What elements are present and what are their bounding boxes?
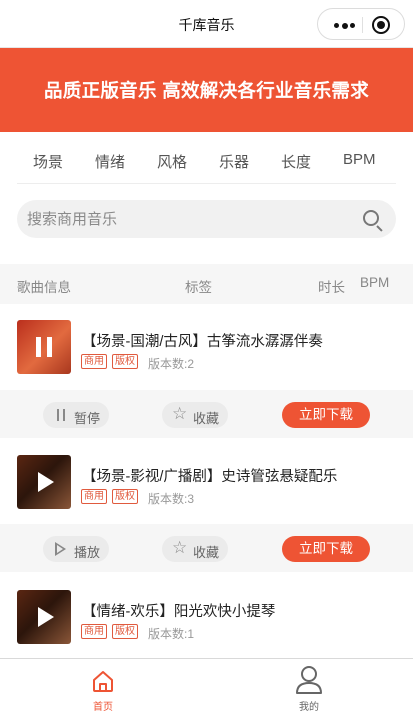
search-icon[interactable] [363, 210, 379, 226]
tab-home[interactable]: 首页 [0, 659, 206, 711]
tag-copyright: 版权 [112, 624, 138, 639]
capsule-divider [362, 17, 363, 33]
pause-label: 暂停 [74, 411, 101, 426]
song-title[interactable]: 【场景-影视/广播剧】史诗管弦悬疑配乐 [82, 465, 337, 486]
tab-mine-label: 我的 [299, 702, 319, 711]
song-actions: 暂停 ☆ 收藏 立即下载 [0, 390, 413, 438]
nav-bar: 千库音乐 [0, 0, 413, 48]
user-icon [296, 666, 322, 694]
filter-mood[interactable]: 情绪 [95, 151, 125, 172]
close-mini-program-icon[interactable] [372, 16, 390, 34]
header-duration[interactable]: 时长 [318, 276, 345, 296]
favorite-button[interactable]: ☆ 收藏 [162, 536, 228, 562]
filter-style[interactable]: 风格 [157, 151, 187, 172]
song-cover[interactable] [17, 590, 71, 644]
tag-commercial: 商用 [81, 354, 107, 369]
download-button[interactable]: 立即下载 [282, 402, 370, 428]
play-button[interactable]: 播放 [43, 536, 109, 562]
tab-mine[interactable]: 我的 [206, 659, 412, 711]
tag-copyright: 版权 [112, 489, 138, 504]
play-icon[interactable] [38, 607, 54, 627]
tag-commercial: 商用 [81, 624, 107, 639]
song-actions: 播放 ☆ 收藏 立即下载 [0, 524, 413, 572]
tag-commercial: 商用 [81, 489, 107, 504]
mini-program-capsule [317, 8, 405, 40]
song-cover[interactable] [17, 320, 71, 374]
home-icon [93, 671, 113, 692]
header-song-info: 歌曲信息 [17, 280, 71, 295]
song-row[interactable]: 【场景-影视/广播剧】史诗管弦悬疑配乐 商用 版权 版本数:3 [0, 439, 413, 509]
play-icon [55, 542, 66, 556]
header-tags: 标签 [185, 280, 212, 295]
filter-tabs: 场景 情绪 风格 乐器 长度 BPM [17, 132, 396, 184]
play-label: 播放 [74, 545, 101, 560]
filter-scene[interactable]: 场景 [33, 151, 63, 172]
table-header: 歌曲信息 标签 时长 BPM [0, 264, 413, 304]
more-icon[interactable] [334, 22, 356, 29]
banner: 品质正版音乐 高效解决各行业音乐需求 [0, 48, 413, 132]
tab-bar: 首页 我的 [0, 658, 413, 711]
favorite-button[interactable]: ☆ 收藏 [162, 402, 228, 428]
star-icon: ☆ [172, 404, 188, 423]
filter-bpm[interactable]: BPM [343, 151, 376, 168]
song-row[interactable]: 【情绪-欢乐】阳光欢快小提琴 商用 版权 版本数:1 [0, 574, 413, 644]
version-count: 版本数:2 [148, 357, 195, 371]
filter-length[interactable]: 长度 [281, 151, 311, 172]
banner-text: 品质正版音乐 高效解决各行业音乐需求 [43, 80, 370, 101]
song-title[interactable]: 【场景-国潮/古风】古筝流水潺潺伴奏 [82, 330, 323, 351]
song-cover[interactable] [17, 455, 71, 509]
song-row[interactable]: 【场景-国潮/古风】古筝流水潺潺伴奏 商用 版权 版本数:2 [0, 304, 413, 374]
pause-button[interactable]: 暂停 [43, 402, 109, 428]
download-button[interactable]: 立即下载 [282, 536, 370, 562]
search-bar [17, 200, 396, 238]
star-icon: ☆ [172, 538, 188, 557]
song-title[interactable]: 【情绪-欢乐】阳光欢快小提琴 [82, 600, 275, 621]
pause-icon[interactable] [36, 337, 52, 357]
favorite-label: 收藏 [193, 545, 220, 560]
tag-copyright: 版权 [112, 354, 138, 369]
pause-icon [57, 409, 66, 421]
play-icon[interactable] [38, 472, 54, 492]
version-count: 版本数:3 [148, 492, 195, 506]
header-bpm[interactable]: BPM [360, 275, 389, 290]
search-input[interactable] [27, 200, 347, 238]
favorite-label: 收藏 [193, 411, 220, 426]
tab-home-label: 首页 [93, 702, 113, 711]
version-count: 版本数:1 [148, 627, 195, 641]
filter-instrument[interactable]: 乐器 [219, 151, 249, 172]
